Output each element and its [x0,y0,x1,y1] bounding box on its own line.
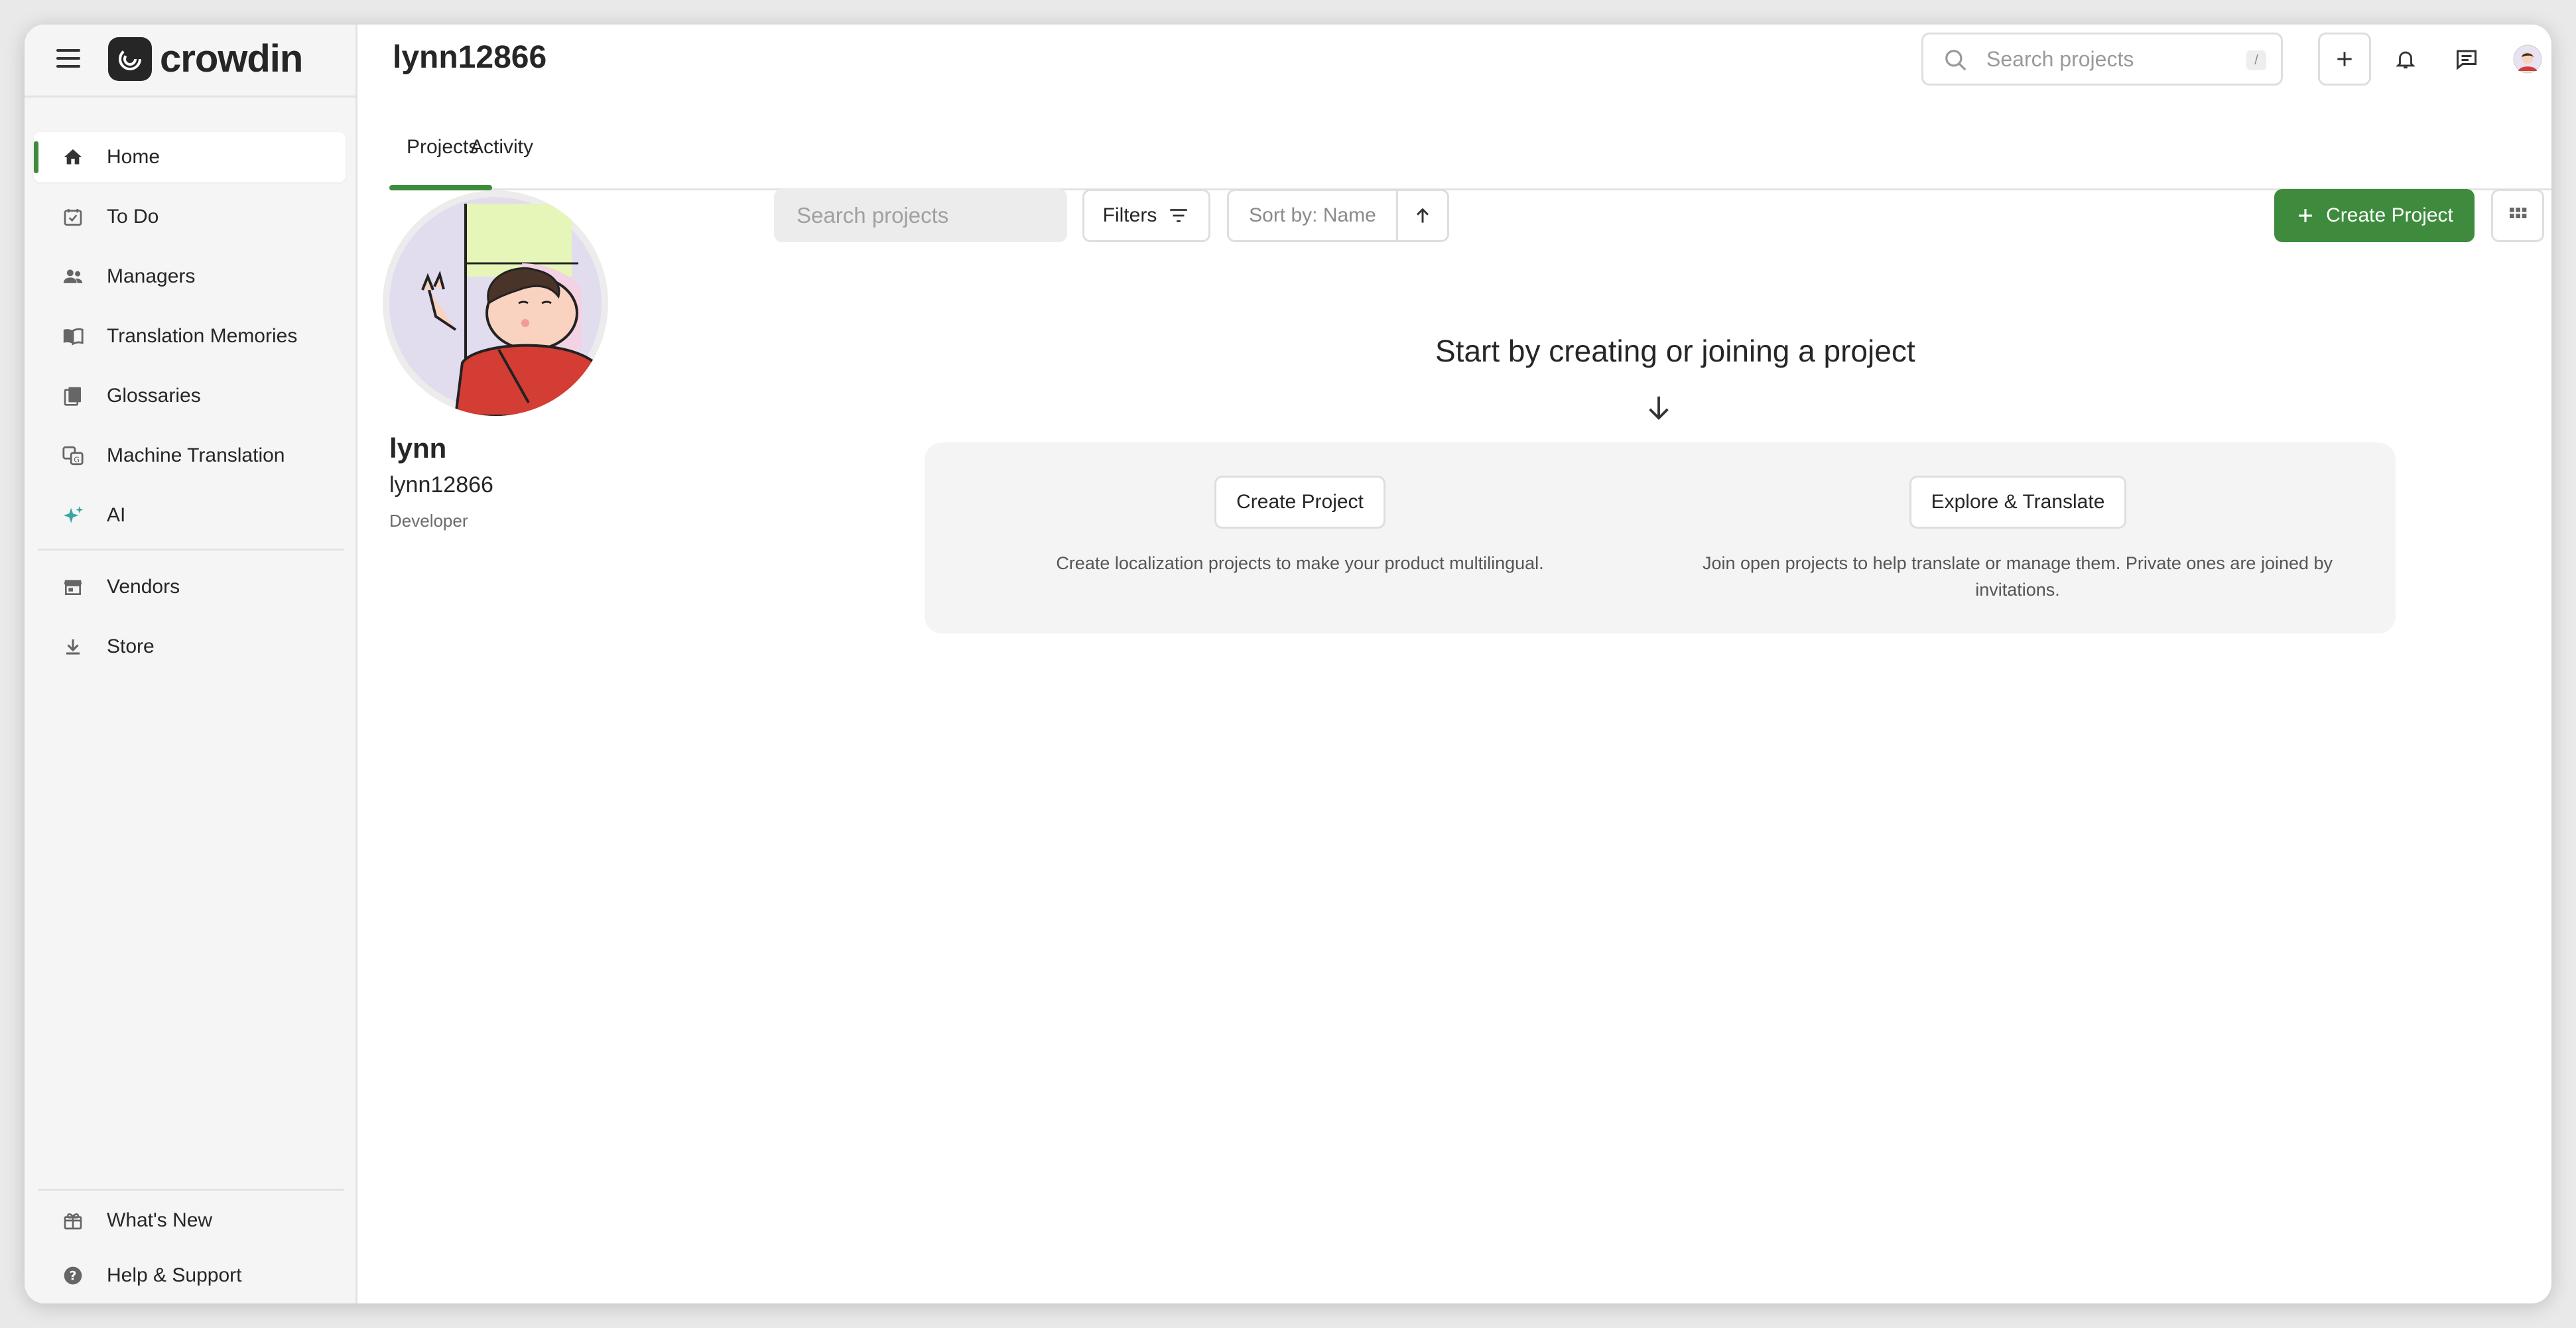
shortcut-hint: / [2246,50,2266,70]
sidebar-item-managers[interactable]: Managers [34,251,346,302]
profile-username: lynn12866 [389,472,493,498]
active-tab-indicator [389,185,492,190]
profile-avatar [383,190,608,416]
svg-text:?: ? [70,1270,77,1284]
explore-translate-button[interactable]: Explore & Translate [1909,476,2126,529]
crowdin-logo-icon [108,36,152,81]
help-icon: ? [60,1263,86,1288]
sidebar-item-machine-translation[interactable]: G Machine Translation [34,431,346,481]
plus-icon [2337,52,2352,66]
sidebar-item-label: To Do [107,206,159,228]
sidebar-item-label: Managers [107,265,196,287]
store-front-icon [60,574,86,600]
search-placeholder: Search projects [1986,46,2134,71]
menu-icon[interactable] [56,49,80,69]
sidebar-item-store[interactable]: Store [34,622,346,672]
sidebar-item-label: Machine Translation [107,444,285,466]
sidebar: crowdin Home To Do Managers Translation … [25,25,357,1303]
explore-description-line1: Join open projects to help translate or … [1702,553,2333,573]
messages-button[interactable] [2440,33,2493,86]
empty-state-headline: Start by creating or joining a project [1435,334,1915,368]
create-project-button[interactable]: Create Project [2274,189,2475,242]
explore-description-line2: invitations. [1975,580,2060,600]
arrow-up-icon [1416,208,1429,223]
grid-view-button[interactable] [2491,189,2544,242]
gift-icon [60,1208,86,1233]
avatar [2513,44,2542,74]
plus-icon [2299,209,2313,222]
sidebar-item-glossaries[interactable]: Glossaries [34,371,346,421]
explore-translate-description: Join open projects to help translate or … [1674,550,2361,603]
glossary-icon [60,383,86,409]
profile-role: Developer [389,511,468,531]
svg-text:G: G [74,455,80,464]
app-window: crowdin Home To Do Managers Translation … [25,25,2551,1303]
download-icon [60,634,86,659]
sidebar-item-label: Glossaries [107,385,201,407]
tab-projects[interactable]: Projects [407,136,478,159]
notifications-button[interactable] [2379,33,2432,86]
user-avatar-button[interactable] [2501,33,2551,86]
sidebar-item-home[interactable]: Home [34,132,346,182]
crowdin-logo[interactable]: crowdin [108,36,303,81]
page-title: lynn12866 [393,40,547,75]
sort-label: Sort by: Name [1249,204,1376,226]
create-project-label: Create Project [2326,204,2453,226]
sidebar-item-whats-new[interactable]: What's New [34,1195,346,1246]
tab-activity[interactable]: Activity [470,136,533,159]
sidebar-item-label: Vendors [107,576,180,598]
sidebar-item-label: AI [107,504,126,526]
create-project-description: Create localization projects to make you… [1056,553,1544,573]
search-placeholder: Search projects [797,203,949,228]
sidebar-footer-divider [38,1189,344,1191]
global-search-input[interactable]: Search projects / [1921,33,2283,86]
sidebar-item-label: What's New [107,1209,213,1231]
project-search-input[interactable]: Search projects [774,189,1067,242]
sidebar-item-ai[interactable]: AI [34,490,346,541]
arrow-down-icon [1643,393,1674,427]
chat-icon [2457,50,2477,70]
logo-text: crowdin [160,37,303,80]
sort-direction-button[interactable] [1396,189,1449,242]
sidebar-item-translation-memories[interactable]: Translation Memories [34,311,346,362]
tabs: Projects Activity [389,109,2551,190]
sidebar-divider [38,549,344,551]
people-icon [60,264,86,289]
search-icon [1943,48,1968,76]
sidebar-item-label: Store [107,635,155,657]
sidebar-item-todo[interactable]: To Do [34,192,346,242]
empty-state-panel: Create Project Create localization proje… [925,442,2396,633]
calendar-check-icon [60,204,86,230]
bell-icon [2396,51,2415,69]
grid-icon [2510,208,2527,218]
sidebar-item-vendors[interactable]: Vendors [34,562,346,612]
home-icon [60,145,86,170]
sidebar-item-label: Translation Memories [107,325,298,347]
sidebar-item-help-support[interactable]: ? Help & Support [34,1250,346,1301]
main-content: lynn12866 Search projects / Projects Act… [359,25,2551,1303]
sidebar-item-label: Help & Support [107,1264,242,1286]
profile-name: lynn [389,432,447,464]
sidebar-header: crowdin [25,25,355,98]
book-icon [60,324,86,349]
filter-icon [1170,209,1188,222]
machine-translation-icon: G [60,443,86,468]
filters-label: Filters [1102,204,1157,226]
add-button[interactable] [2318,33,2371,86]
panel-create-project-button[interactable]: Create Project [1214,476,1385,529]
sparkle-icon [60,503,86,528]
filters-button[interactable]: Filters [1082,189,1210,242]
sidebar-item-label: Home [107,146,161,168]
sort-dropdown[interactable]: Sort by: Name [1227,189,1398,242]
